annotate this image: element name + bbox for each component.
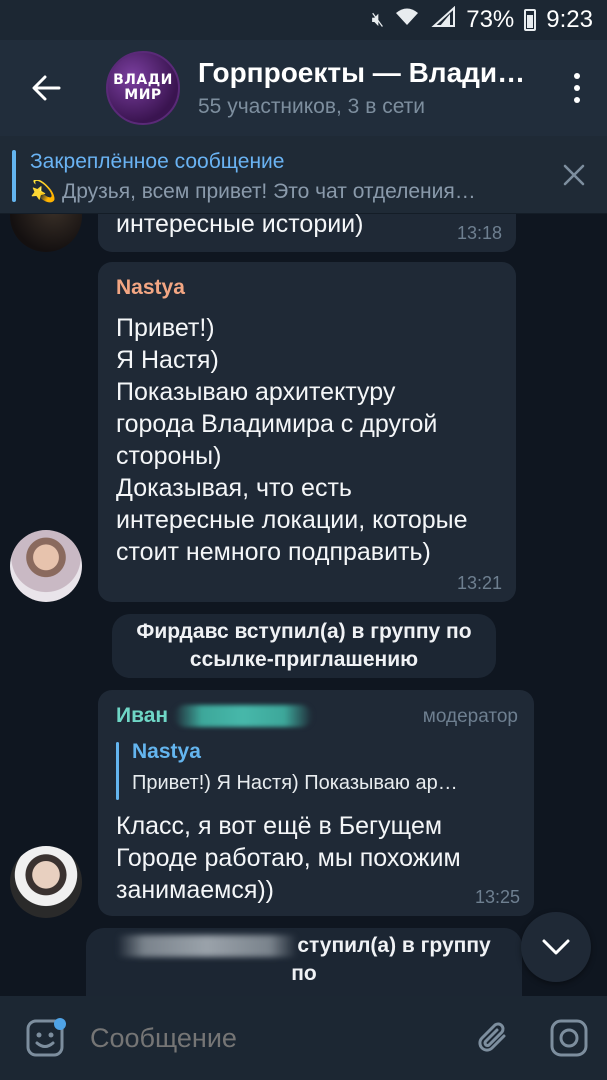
message-line: Класс, я вот ещё в Бегущем xyxy=(116,812,443,840)
message-time: 13:25 xyxy=(474,887,520,907)
message-sender[interactable]: Nastya xyxy=(116,276,185,300)
avatar[interactable] xyxy=(10,214,82,252)
battery-icon xyxy=(524,9,537,31)
more-menu-button[interactable] xyxy=(547,40,607,136)
group-avatar-text-2: МИР xyxy=(124,87,162,103)
reply-quote[interactable]: Nastya Привет!) Я Настя) Показываю ар… xyxy=(116,740,516,804)
scroll-down-button[interactable] xyxy=(521,912,591,982)
message-line: Доказывая, что есть xyxy=(116,474,352,502)
chat-title-block[interactable]: Горпроекты — Влади… 55 участников, 3 в с… xyxy=(198,57,547,119)
sticker-button[interactable] xyxy=(0,996,90,1080)
message-line: Городе работаю, мы похожим xyxy=(116,844,461,872)
reply-accent-bar xyxy=(116,742,119,800)
pinned-text: 💫 Друзья, всем привет! Это чат отделения… xyxy=(30,180,476,203)
back-arrow-icon xyxy=(32,75,61,101)
menu-dot-icon xyxy=(574,85,580,91)
service-text: ссылке-приглашению xyxy=(102,988,506,996)
pinned-message[interactable]: Закреплённое сообщение 💫 Друзья, всем пр… xyxy=(0,136,607,214)
mute-icon: 🔇︎ xyxy=(371,8,385,31)
message-line: Показываю архитектуру xyxy=(116,378,396,406)
chat-title: Горпроекты — Влади… xyxy=(198,57,526,88)
message-composer xyxy=(0,996,607,1080)
message-line: города Владимира с другой xyxy=(116,410,438,438)
message-line: стоит немного подправить) xyxy=(116,538,431,566)
message-text: интересные истории) xyxy=(116,214,364,238)
redacted-name xyxy=(174,705,313,727)
menu-dot-icon xyxy=(574,73,580,79)
message-line: Привет!) xyxy=(116,314,215,342)
paperclip-icon xyxy=(478,1022,506,1052)
admin-role-badge: модератор xyxy=(422,706,518,727)
message-bubble[interactable]: Иван модератор Nastya Привет!) Я Настя) … xyxy=(98,690,534,916)
wifi-icon xyxy=(394,7,420,33)
group-avatar[interactable]: ВЛАДИ МИР xyxy=(106,51,180,125)
menu-dot-icon xyxy=(574,97,580,103)
service-text: ссылке-приглашению xyxy=(189,648,419,671)
chat-header: ВЛАДИ МИР Горпроекты — Влади… 55 участни… xyxy=(0,40,607,136)
chat-subtitle: 55 участников, 3 в сети xyxy=(198,95,426,118)
battery-percent: 73% xyxy=(466,6,515,33)
message-time: 13:21 xyxy=(456,573,502,593)
status-bar: 🔇︎ 73% 9:23 xyxy=(0,0,607,40)
chevron-down-icon xyxy=(542,939,570,955)
clock: 9:23 xyxy=(546,6,593,33)
reply-sender: Nastya xyxy=(132,740,201,763)
service-text: ступил(а) в группу по xyxy=(291,934,491,985)
message-input[interactable] xyxy=(90,996,455,1080)
pinned-accent-bar xyxy=(12,150,16,202)
message-bubble[interactable]: Nastya Привет!) Я Настя) Показываю архит… xyxy=(98,262,516,602)
message-line: Я Настя) xyxy=(116,346,219,374)
avatar[interactable] xyxy=(10,530,82,602)
camera-button[interactable] xyxy=(531,996,607,1080)
service-message: ступил(а) в группу по ссылке-приглашению xyxy=(86,928,522,996)
message-bubble[interactable]: интересные истории) 13:18 xyxy=(98,214,516,252)
message-sender[interactable]: Иван xyxy=(116,704,168,728)
notification-dot xyxy=(54,1018,66,1030)
back-button[interactable] xyxy=(0,40,92,136)
message-line: интересные локации, которые xyxy=(116,506,468,534)
service-message: Фирдавс вступил(а) в группу по ссылке-пр… xyxy=(112,614,496,678)
pinned-title: Закреплённое сообщение xyxy=(30,150,285,173)
reply-text: Привет!) Я Настя) Показываю ар… xyxy=(132,772,458,794)
redacted-name xyxy=(117,935,298,958)
camera-icon xyxy=(550,1019,588,1057)
message-time: 13:18 xyxy=(456,223,502,243)
signal-icon xyxy=(430,5,456,34)
group-avatar-text-1: ВЛАДИ xyxy=(113,72,173,88)
message-line: стороны) xyxy=(116,442,222,470)
avatar[interactable] xyxy=(10,846,82,918)
attach-button[interactable] xyxy=(455,996,531,1080)
close-icon[interactable] xyxy=(561,162,587,188)
service-text: Фирдавс вступил(а) в группу по xyxy=(136,620,472,643)
message-line: занимаемся)) xyxy=(116,876,275,904)
message-list[interactable]: интересные истории) 13:18 Nastya Привет!… xyxy=(0,214,607,996)
